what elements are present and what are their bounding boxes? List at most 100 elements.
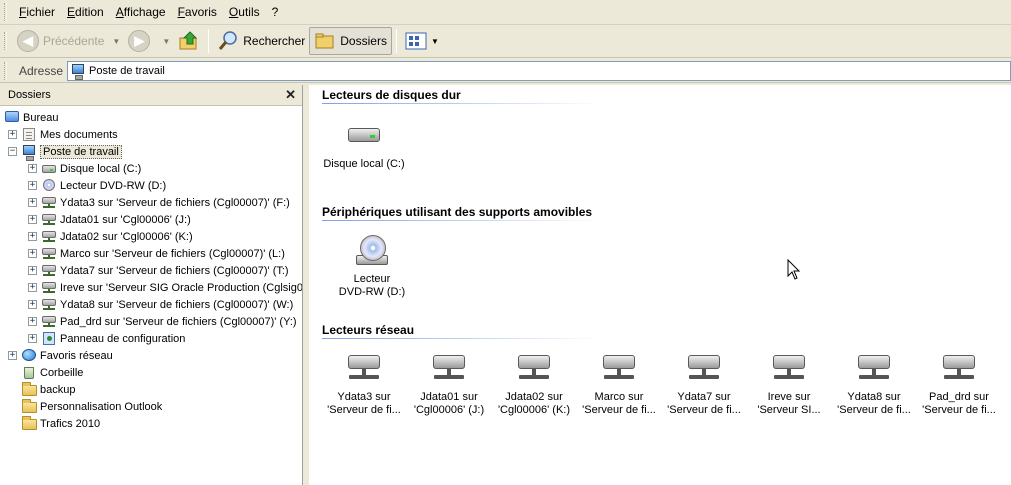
back-dropdown-icon[interactable]: ▼ (112, 37, 120, 46)
desktop-icon (4, 110, 20, 125)
back-button-label: Précédente (43, 34, 105, 48)
expand-icon[interactable]: + (8, 351, 17, 360)
drive-tile[interactable]: Pad_drd sur 'Serveur de fi... (918, 353, 1000, 417)
menu-edition[interactable]: Edition (61, 3, 110, 21)
tree-item[interactable]: + Jdata01 sur 'Cgl00006' (J:) (0, 211, 302, 228)
network-drive-icon (858, 353, 890, 385)
tree-item[interactable]: + Mes documents (0, 126, 302, 143)
tree-item[interactable]: + Ydata3 sur 'Serveur de fichiers (Cgl000… (0, 194, 302, 211)
tree-item[interactable]: + Marco sur 'Serveur de fichiers (Cgl0000… (0, 245, 302, 262)
content-pane: Lecteurs de disques dur Périphériques ut… (309, 85, 1011, 485)
expand-icon[interactable]: + (28, 283, 37, 292)
tree-item-label: Jdata02 sur 'Cgl00006' (K:) (60, 230, 193, 243)
drive-tile[interactable]: Ireve sur 'Serveur SI... (748, 353, 830, 417)
folders-pane: Dossiers ✕ Bureau + Mes documents − Poste de… (0, 85, 303, 485)
menu-bar: Fichier Edition Affichage Favoris Outils… (0, 0, 1011, 25)
expand-icon[interactable]: + (28, 300, 37, 309)
drive-tile[interactable]: Jdata01 sur 'Cgl00006' (J:) (408, 353, 490, 417)
tree-item-label: Ireve sur 'Serveur SIG Oracle Production… (60, 281, 303, 294)
tree-item[interactable]: + Ydata7 sur 'Serveur de fichiers (Cgl000… (0, 262, 302, 279)
network-drive-icon (41, 246, 57, 261)
expand-icon[interactable]: + (8, 130, 17, 139)
tree-item[interactable]: + Pad_drd sur 'Serveur de fichiers (Cgl00… (0, 313, 302, 330)
menu-help[interactable]: ? (266, 3, 285, 21)
search-button[interactable]: Rechercher (213, 27, 309, 55)
toolbar-separator (395, 29, 397, 53)
forward-button[interactable]: ▶ (124, 27, 158, 55)
drive-tile-label: Pad_drd sur (929, 391, 989, 403)
expand-icon[interactable]: + (28, 317, 37, 326)
dvd-drive-icon (356, 235, 388, 267)
menu-affichage[interactable]: Affichage (110, 3, 172, 21)
tree-item[interactable]: Trafics 2010 (0, 415, 302, 432)
recycle-bin-icon (21, 365, 37, 380)
drive-tile-label: DVD-RW (D:) (338, 286, 406, 298)
tree-item-label: Trafics 2010 (40, 417, 101, 430)
drive-tile[interactable]: Disque local (C:) (323, 120, 405, 171)
drive-tile-label: Jdata02 sur (505, 391, 563, 403)
expand-icon[interactable]: + (28, 266, 37, 275)
tree-item[interactable]: Personnalisation Outlook (0, 398, 302, 415)
up-button[interactable] (174, 27, 204, 55)
tree-item-label: Panneau de configuration (60, 332, 186, 345)
address-grip (4, 61, 7, 80)
drive-tile[interactable]: Marco sur 'Serveur de fi... (578, 353, 660, 417)
expand-icon[interactable]: + (28, 334, 37, 343)
menu-favoris[interactable]: Favoris (172, 3, 223, 21)
tree-item-label: Ydata7 sur 'Serveur de fichiers (Cgl0000… (60, 264, 289, 277)
back-arrow-icon: ◀ (17, 30, 39, 52)
back-button[interactable]: ◀ Précédente (13, 27, 108, 55)
tree-item[interactable]: + Ireve sur 'Serveur SIG Oracle Productio… (0, 279, 302, 296)
drive-tile-label: 'Serveur de fi... (327, 404, 401, 416)
drive-tile-label: Ireve sur (767, 391, 811, 403)
expand-icon[interactable]: + (28, 181, 37, 190)
tree-item-label: Disque local (C:) (60, 162, 142, 175)
expand-icon[interactable]: + (28, 215, 37, 224)
tree-item[interactable]: + Jdata02 sur 'Cgl00006' (K:) (0, 228, 302, 245)
drive-tile[interactable]: Ydata7 sur 'Serveur de fi... (663, 353, 745, 417)
address-input[interactable]: Poste de travail (67, 60, 1011, 81)
folders-button[interactable]: Dossiers (309, 27, 392, 55)
tree-item[interactable]: backup (0, 381, 302, 398)
tree-item[interactable]: − Poste de travail (0, 143, 302, 161)
menu-fichier[interactable]: Fichier (13, 3, 61, 21)
network-drive-icon (603, 353, 635, 385)
folder-icon (21, 382, 37, 397)
menu-outils[interactable]: Outils (223, 3, 266, 21)
group-divider (322, 103, 602, 104)
drive-tile[interactable]: Ydata3 sur 'Serveur de fi... (323, 353, 405, 417)
collapse-icon[interactable]: − (8, 147, 17, 156)
views-button[interactable]: ▼ (401, 27, 447, 55)
tree-item[interactable]: + Panneau de configuration (0, 330, 302, 347)
drive-tile-label: Lecteur (353, 273, 391, 285)
tree-item[interactable]: Corbeille (0, 364, 302, 381)
folders-pane-title: Dossiers (8, 89, 51, 101)
tree-item[interactable]: + Disque local (C:) (0, 160, 302, 177)
views-dropdown-icon: ▼ (430, 36, 439, 46)
drive-tile[interactable]: Ydata8 sur 'Serveur de fi... (833, 353, 915, 417)
tree-item[interactable]: + Favoris réseau (0, 347, 302, 364)
tree-item[interactable]: + Lecteur DVD-RW (D:) (0, 177, 302, 194)
expand-icon[interactable]: + (28, 164, 37, 173)
network-drive-icon (41, 263, 57, 278)
tree-item-label: Ydata3 sur 'Serveur de fichiers (Cgl0000… (60, 196, 290, 209)
tree-item-label: Mes documents (40, 128, 118, 141)
tree-item-label: Lecteur DVD-RW (D:) (60, 179, 167, 192)
close-icon[interactable]: ✕ (285, 87, 296, 103)
expand-icon[interactable]: + (28, 198, 37, 207)
tree-item-label: Poste de travail (40, 144, 122, 159)
drive-tile[interactable]: Lecteur DVD-RW (D:) (331, 235, 413, 299)
tree-item-label: Personnalisation Outlook (40, 400, 163, 413)
folder-icon (21, 399, 37, 414)
tree-item[interactable]: + Ydata8 sur 'Serveur de fichiers (Cgl000… (0, 296, 302, 313)
folder-up-icon (179, 31, 198, 50)
network-drive-icon (41, 195, 57, 210)
forward-dropdown-icon[interactable]: ▼ (162, 37, 170, 46)
folder-icon (21, 416, 37, 431)
expand-icon[interactable]: + (28, 249, 37, 258)
network-drive-icon (41, 314, 57, 329)
folders-icon (315, 33, 334, 49)
expand-icon[interactable]: + (28, 232, 37, 241)
drive-tile[interactable]: Jdata02 sur 'Cgl00006' (K:) (493, 353, 575, 417)
tree-item[interactable]: Bureau (0, 109, 302, 126)
